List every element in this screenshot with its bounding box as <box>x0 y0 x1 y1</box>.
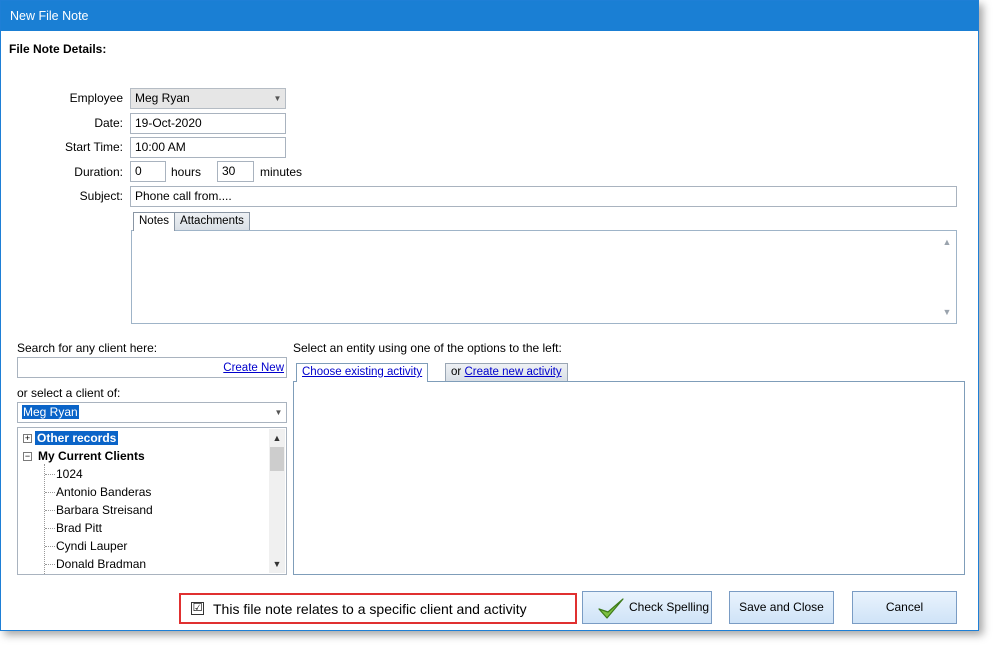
scroll-down-icon[interactable]: ▼ <box>939 305 955 319</box>
notes-textarea[interactable]: ▲ ▼ <box>131 230 957 324</box>
client-search-label: Search for any client here: <box>17 341 158 355</box>
collapse-icon[interactable]: − <box>23 452 32 461</box>
window-titlebar[interactable]: New File Note <box>1 1 978 31</box>
duration-hours-field[interactable]: 0 <box>130 161 166 182</box>
select-client-label: or select a client of: <box>17 386 121 400</box>
scroll-up-icon[interactable]: ▲ <box>269 431 285 445</box>
window-title: New File Note <box>10 9 89 23</box>
client-of-value: Meg Ryan <box>22 405 79 419</box>
tree-client-label: Antonio Banderas <box>56 485 152 499</box>
tree-client-label: Brad Pitt <box>56 521 103 535</box>
check-spelling-label: Check Spelling <box>629 600 710 614</box>
duration-label: Duration: <box>74 165 123 179</box>
client-tree[interactable]: + Other records − My Current Clients 102… <box>17 427 287 575</box>
tree-client-label: 1024 <box>56 467 83 481</box>
choose-existing-link[interactable]: Choose existing activity <box>302 366 422 378</box>
minutes-label: minutes <box>260 165 303 179</box>
tab-create-new-activity[interactable]: or Create new activity <box>445 363 568 381</box>
start-time-label: Start Time: <box>64 140 123 154</box>
scroll-down-icon[interactable]: ▼ <box>269 557 285 571</box>
employee-label: Employee <box>69 91 123 105</box>
client-of-combo[interactable]: Meg Ryan ▼ <box>17 402 287 423</box>
save-and-close-button[interactable]: Save and Close <box>729 591 834 624</box>
entity-label: Select an entity using one of the option… <box>293 341 562 355</box>
section-heading: File Note Details: <box>9 42 107 56</box>
cancel-button[interactable]: Cancel <box>852 591 957 624</box>
hours-label: hours <box>171 165 202 179</box>
chevron-down-icon[interactable]: ▼ <box>271 403 286 422</box>
relates-checkbox[interactable]: ☑ <box>191 602 204 615</box>
or-text: or <box>451 366 462 378</box>
tree-scrollbar[interactable]: ▲ ▼ <box>269 429 285 573</box>
tree-item-other-records[interactable]: + Other records <box>18 430 268 448</box>
check-spelling-button[interactable]: Check Spelling <box>582 591 712 624</box>
tree-connector <box>44 464 45 574</box>
tree-client-label: Cyndi Lauper <box>56 539 128 553</box>
tab-attachments[interactable]: Attachments <box>174 212 250 230</box>
notes-scrollbar[interactable]: ▲ ▼ <box>939 232 955 322</box>
employee-value: Meg Ryan <box>135 91 190 105</box>
chevron-down-icon[interactable]: ▼ <box>270 89 285 108</box>
employee-combo[interactable]: Meg Ryan ▼ <box>130 88 286 109</box>
entity-panel[interactable] <box>293 381 965 575</box>
date-field[interactable]: 19-Oct-2020 <box>130 113 286 134</box>
tab-choose-existing-activity[interactable]: Choose existing activity <box>296 363 429 382</box>
tree-item-label: Other records <box>35 431 119 445</box>
start-time-field[interactable]: 10:00 AM <box>130 137 286 158</box>
tree-item-my-current-clients[interactable]: − My Current Clients <box>18 448 268 466</box>
create-new-link[interactable]: Create New <box>223 361 284 376</box>
scroll-up-icon[interactable]: ▲ <box>939 235 955 249</box>
create-new-activity-link[interactable]: Create new activity <box>464 366 561 378</box>
subject-label: Subject: <box>79 189 123 203</box>
tree-client-label: Barbara Streisand <box>56 503 153 517</box>
tree-client-label: Donald Bradman <box>56 557 147 571</box>
scroll-thumb[interactable] <box>270 447 284 471</box>
relates-checkbox-label: This file note relates to a specific cli… <box>213 601 527 617</box>
duration-minutes-field[interactable]: 30 <box>217 161 254 182</box>
expand-icon[interactable]: + <box>23 434 32 443</box>
client-search-input[interactable]: Create New <box>17 357 287 378</box>
checkmark-icon <box>598 598 624 619</box>
new-file-note-window: New File Note File Note Details: Employe… <box>0 0 979 631</box>
tab-notes[interactable]: Notes <box>133 212 176 231</box>
date-label: Date: <box>94 116 123 130</box>
tree-item-label: My Current Clients <box>38 449 145 463</box>
relates-checkbox-row[interactable]: ☑ This file note relates to a specific c… <box>179 593 577 624</box>
subject-field[interactable]: Phone call from.... <box>130 186 957 207</box>
